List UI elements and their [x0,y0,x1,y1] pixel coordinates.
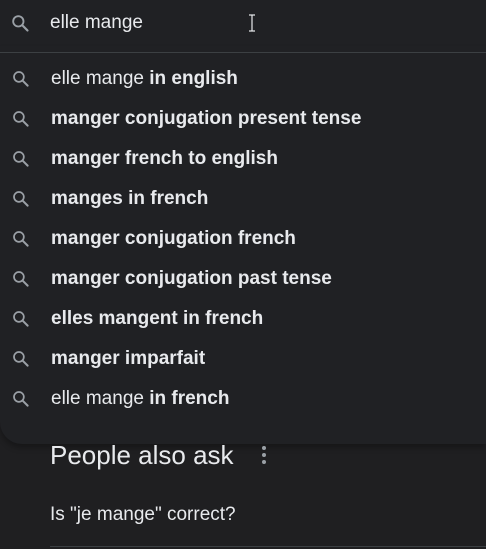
suggestion-text: manger conjugation present tense [51,108,361,130]
suggestion-item[interactable]: manger conjugation french [0,219,486,259]
suggestion-text: elle mange in french [51,388,229,410]
search-input[interactable] [50,10,430,36]
suggestion-completion-part: manger conjugation present tense [51,108,362,129]
suggestion-item[interactable]: elle mange in french [0,379,486,419]
suggestion-query-part: elle mange [51,68,150,89]
suggestions-dropdown: elle mange in english manger conjugation … [0,46,486,444]
search-icon [11,269,30,288]
suggestion-text: manges in french [51,188,208,210]
suggestion-item[interactable]: elles mangent in french [0,299,486,339]
suggestion-query-part: elle mange [51,388,150,409]
suggestion-text: elle mange in english [51,68,238,90]
search-icon [11,109,30,128]
suggestion-completion-part: manger conjugation french [51,228,296,249]
search-icon [11,229,30,248]
suggestion-item[interactable]: manger french to english [0,139,486,179]
suggestion-completion-part: manger conjugation past tense [51,268,332,289]
suggestion-completion-part: in english [149,68,238,89]
suggestion-text: manger imparfait [51,348,205,370]
divider [50,546,486,547]
suggestion-text: manger conjugation french [51,228,296,250]
suggestion-text: elles mangent in french [51,308,263,330]
suggestion-list: elle mange in english manger conjugation … [0,59,486,419]
text-cursor-icon [247,13,257,33]
suggestion-completion-part: manger imparfait [51,348,206,369]
more-options-icon[interactable] [256,444,272,466]
suggestion-item[interactable]: manges in french [0,179,486,219]
suggestion-completion-part: manger french to english [51,148,278,169]
suggestion-item[interactable]: manger conjugation present tense [0,99,486,139]
search-icon [11,349,30,368]
suggestion-completion-part: elles mangent in french [51,308,264,329]
suggestion-completion-part: in french [149,388,230,409]
search-icon [11,309,30,328]
search-page: elle mange in english manger conjugation … [0,0,486,549]
question-item[interactable]: Is "je mange" correct? [50,503,236,527]
search-bar [0,0,486,46]
search-icon [11,189,30,208]
suggestion-text: manger french to english [51,148,278,170]
divider [0,52,486,53]
suggestion-item[interactable]: elle mange in english [0,59,486,99]
suggestion-completion-part: manges in french [51,188,209,209]
search-icon [11,69,30,88]
people-also-ask-title: People also ask [50,440,234,470]
search-icon [11,149,30,168]
search-icon[interactable] [10,13,30,33]
suggestion-text: manger conjugation past tense [51,268,332,290]
suggestion-item[interactable]: manger imparfait [0,339,486,379]
suggestion-item[interactable]: manger conjugation past tense [0,259,486,299]
search-icon [11,389,30,408]
